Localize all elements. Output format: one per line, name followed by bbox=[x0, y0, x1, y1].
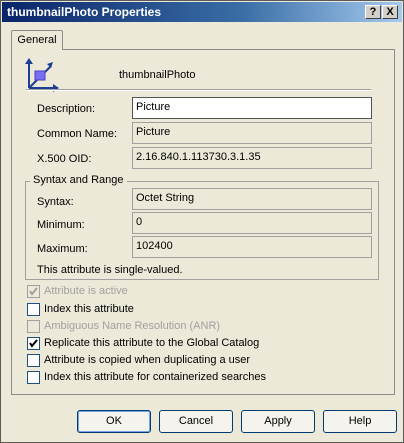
attribute-active-checkbox[interactable] bbox=[27, 285, 40, 298]
syntax-field[interactable]: Octet String bbox=[132, 188, 372, 210]
copy-on-duplicate-label: Attribute is copied when duplicating a u… bbox=[44, 354, 251, 366]
common-name-label: Common Name: bbox=[37, 128, 118, 140]
anr-label: Ambiguous Name Resolution (ANR) bbox=[44, 320, 221, 332]
ok-button[interactable]: OK bbox=[77, 410, 151, 433]
anr-checkbox[interactable] bbox=[27, 320, 40, 333]
single-valued-note: This attribute is single-valued. bbox=[37, 264, 183, 276]
common-name-field[interactable]: Picture bbox=[132, 122, 372, 144]
tab-general[interactable]: General bbox=[11, 30, 63, 50]
description-label: Description: bbox=[37, 103, 96, 115]
help-title-button[interactable]: ? bbox=[365, 5, 381, 19]
properties-dialog: thumbnailPhoto Properties ? X General th… bbox=[0, 0, 404, 443]
minimum-field[interactable]: 0 bbox=[132, 212, 372, 234]
minimum-label: Minimum: bbox=[37, 219, 85, 231]
syntax-label: Syntax: bbox=[37, 196, 74, 208]
maximum-label: Maximum: bbox=[37, 243, 88, 255]
replicate-gc-checkbox[interactable] bbox=[27, 337, 40, 350]
attribute-name: thumbnailPhoto bbox=[119, 69, 196, 81]
copy-on-duplicate-checkbox[interactable] bbox=[27, 354, 40, 367]
containerized-search-checkbox[interactable] bbox=[27, 371, 40, 384]
help-button[interactable]: Help bbox=[323, 410, 397, 433]
close-button[interactable]: X bbox=[382, 5, 398, 19]
containerized-search-label: Index this attribute for containerized s… bbox=[44, 371, 266, 383]
check-icon bbox=[29, 339, 38, 348]
index-attribute-label: Index this attribute bbox=[44, 303, 134, 315]
check-icon bbox=[29, 287, 38, 296]
syntax-range-title: Syntax and Range bbox=[30, 174, 127, 186]
window-title: thumbnailPhoto Properties bbox=[7, 5, 162, 19]
apply-button[interactable]: Apply bbox=[241, 410, 315, 433]
title-bar[interactable]: thumbnailPhoto Properties ? X bbox=[2, 2, 402, 22]
oid-label: X.500 OID: bbox=[37, 153, 92, 165]
cancel-button[interactable]: Cancel bbox=[159, 410, 233, 433]
attribute-active-label: Attribute is active bbox=[44, 285, 128, 297]
description-input[interactable]: Picture bbox=[132, 97, 372, 119]
oid-field[interactable]: 2.16.840.1.113730.3.1.35 bbox=[132, 147, 372, 169]
maximum-field[interactable]: 102400 bbox=[132, 236, 372, 258]
index-attribute-checkbox[interactable] bbox=[27, 303, 40, 316]
separator bbox=[26, 89, 371, 91]
replicate-gc-label: Replicate this attribute to the Global C… bbox=[44, 337, 260, 349]
